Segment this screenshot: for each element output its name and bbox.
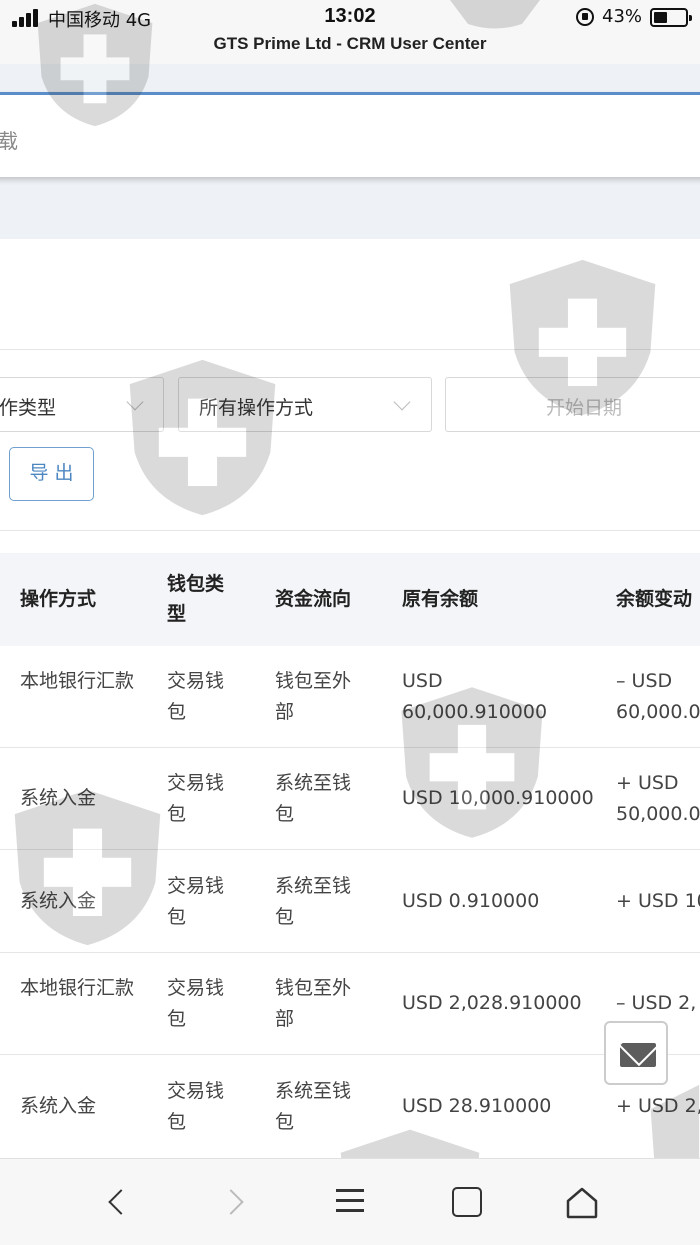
- cell-method: 系统入金: [20, 890, 97, 912]
- menu-icon[interactable]: [336, 1189, 364, 1213]
- cell-flow: 钱包至外部: [275, 670, 352, 723]
- battery-icon: [650, 8, 692, 27]
- table-row: 本地银行汇款 交易钱包 钱包至外部 USD 2,028.910000 – USD…: [0, 953, 700, 1055]
- mail-icon: [620, 1043, 656, 1067]
- col-header-original-balance: 原有余额: [402, 588, 479, 610]
- cell-flow: 钱包至外部: [275, 977, 352, 1030]
- cell-wallet-type: 交易钱包: [167, 670, 225, 723]
- download-label: 下载: [0, 129, 18, 153]
- clock: 13:02: [324, 5, 376, 27]
- cell-flow: 系统至钱包: [275, 772, 352, 825]
- status-bar: 中国移动 4G 13:02 43% GTS Prime Ltd - CRM Us…: [0, 0, 700, 64]
- browser-bottom-nav: [0, 1158, 700, 1245]
- col-header-flow: 资金流向: [275, 588, 352, 610]
- cell-method: 系统入金: [20, 1095, 97, 1117]
- cell-flow: 系统至钱包: [275, 1080, 352, 1133]
- cell-wallet-type: 交易钱包: [167, 875, 225, 928]
- page-title: GTS Prime Ltd - CRM User Center: [213, 34, 487, 53]
- download-bar[interactable]: 下载: [0, 92, 700, 177]
- cell-method: 本地银行汇款: [20, 670, 135, 692]
- operation-type-select[interactable]: 作类型: [0, 377, 164, 432]
- cell-balance-change: + USD 2,: [616, 1095, 700, 1117]
- cell-wallet-type: 交易钱包: [167, 1080, 225, 1133]
- cell-flow: 系统至钱包: [275, 875, 352, 928]
- cell-original-balance: USD 2,028.910000: [402, 992, 582, 1014]
- operation-type-value: 作类型: [0, 397, 57, 419]
- cell-original-balance: USD 10,000.910000: [402, 787, 594, 809]
- table-row: 本地银行汇款 交易钱包 钱包至外部 USD 60,000.910000 – US…: [0, 646, 700, 748]
- table-header: 操作方式 钱包类型 资金流向 原有余额 余额变动: [0, 553, 700, 646]
- table-row: 系统入金 交易钱包 系统至钱包 USD 28.910000 + USD 2,: [0, 1056, 700, 1158]
- cell-wallet-type: 交易钱包: [167, 772, 225, 825]
- divider: [0, 530, 700, 531]
- chevron-down-icon: [393, 393, 411, 411]
- battery-percentage: 43%: [602, 6, 643, 27]
- col-header-method: 操作方式: [20, 588, 97, 610]
- table-row: 系统入金 交易钱包 系统至钱包 USD 10,000.910000 + USD …: [0, 748, 700, 850]
- tabs-icon[interactable]: [452, 1187, 482, 1217]
- forward-icon[interactable]: [218, 1189, 244, 1215]
- home-icon[interactable]: [564, 1185, 600, 1219]
- operation-method-value: 所有操作方式: [199, 397, 314, 419]
- cell-original-balance: USD 60,000.910000: [402, 670, 548, 723]
- cell-original-balance: USD 0.910000: [402, 890, 540, 912]
- operation-method-select[interactable]: 所有操作方式: [178, 377, 432, 432]
- cell-balance-change: – USD 2,: [616, 992, 697, 1014]
- divider: [0, 349, 700, 350]
- col-header-balance-change: 余额变动: [616, 588, 693, 610]
- cell-method: 系统入金: [20, 787, 97, 809]
- start-date-placeholder: 开始日期: [546, 397, 623, 419]
- cell-original-balance: USD 28.910000: [402, 1095, 552, 1117]
- cell-wallet-type: 交易钱包: [167, 977, 225, 1030]
- cell-balance-change: + USD 50,000.0: [616, 772, 700, 825]
- cell-balance-change: + USD 10: [616, 890, 700, 912]
- mail-button[interactable]: [604, 1021, 668, 1085]
- back-icon[interactable]: [108, 1189, 134, 1215]
- table-row: 系统入金 交易钱包 系统至钱包 USD 0.910000 + USD 10: [0, 851, 700, 953]
- cell-balance-change: – USD 60,000.0: [616, 670, 700, 723]
- cell-method: 本地银行汇款: [20, 977, 135, 999]
- chevron-down-icon: [126, 393, 144, 411]
- start-date-input[interactable]: 开始日期: [445, 377, 700, 432]
- export-button[interactable]: 导出: [9, 447, 94, 501]
- col-header-wallet-type: 钱包类型: [167, 573, 225, 625]
- rotation-lock-icon: [576, 8, 594, 26]
